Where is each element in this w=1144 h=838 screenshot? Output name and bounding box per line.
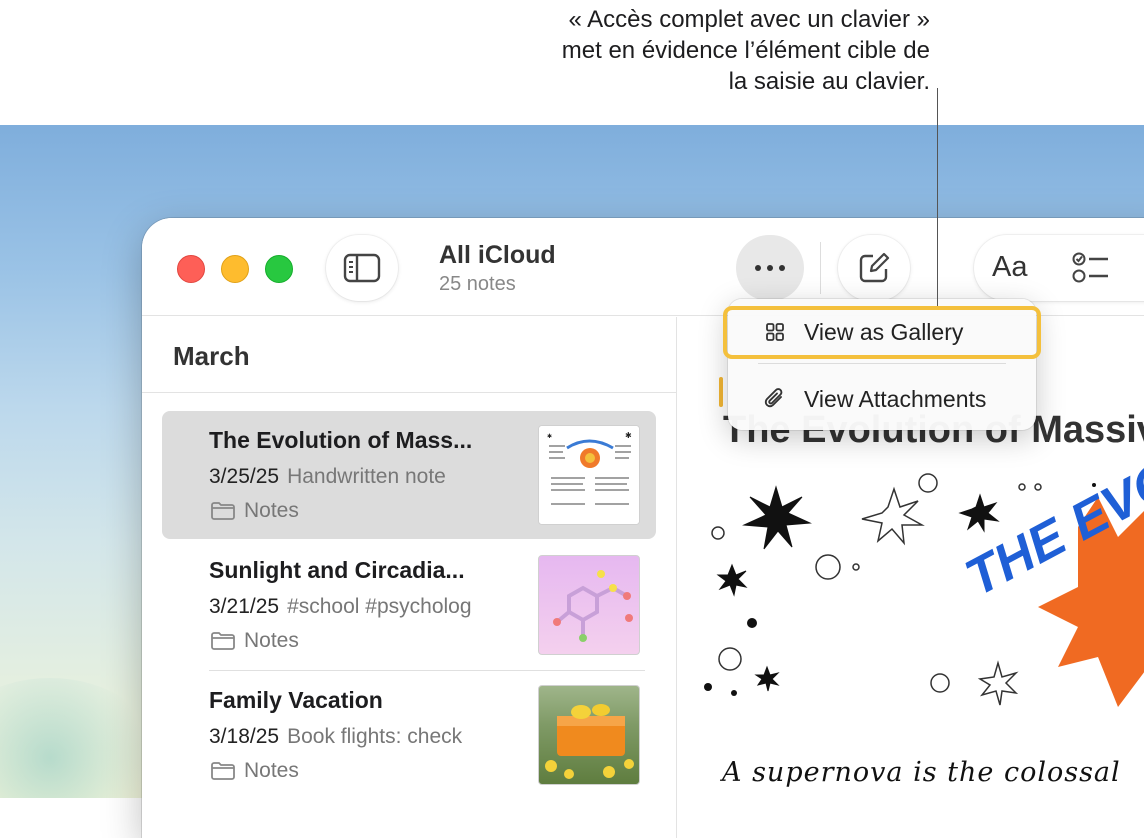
- note-folder: Notes: [210, 499, 299, 523]
- note-meta: 3/18/25 Book flights: check: [209, 725, 509, 749]
- zoom-button[interactable]: [265, 255, 293, 283]
- checklist-icon[interactable]: [1072, 251, 1110, 285]
- note-item[interactable]: Family Vacation 3/18/25 Book flights: che…: [162, 671, 656, 799]
- note-meta: 3/21/25 #school #psycholog: [209, 595, 509, 619]
- note-date: 3/18/25: [209, 725, 279, 748]
- note-thumbnail-molecule: [538, 555, 640, 655]
- note-date: 3/25/25: [209, 465, 279, 488]
- folder-label: Notes: [244, 759, 299, 783]
- note-title: Sunlight and Circadia...: [209, 557, 465, 584]
- folder-label: Notes: [244, 499, 299, 523]
- callout-pointer-line: [937, 88, 938, 306]
- close-button[interactable]: [177, 255, 205, 283]
- sidebar-icon: [343, 253, 381, 283]
- minimize-button[interactable]: [221, 255, 249, 283]
- menu-item-view-attachments[interactable]: View Attachments: [736, 376, 1028, 422]
- folder-icon: [210, 761, 236, 781]
- handwritten-drawing: THE EVO: [678, 467, 1144, 767]
- note-thumbnail-handwritten: ✱ ✱: [538, 425, 640, 525]
- text-cursor-indicator: [719, 377, 723, 407]
- note-meta: 3/25/25 Handwritten note: [209, 465, 509, 489]
- note-preview: Book flights: check: [287, 725, 462, 748]
- note-date: 3/21/25: [209, 595, 279, 618]
- note-item[interactable]: Sunlight and Circadia... 3/21/25 #school …: [162, 541, 656, 669]
- note-folder: Notes: [210, 759, 299, 783]
- ellipsis-icon: [753, 263, 787, 273]
- folder-icon: [210, 631, 236, 651]
- format-text-button[interactable]: Aa: [992, 251, 1027, 284]
- notes-list: March The Evolution of Mass... 3/25/25 Ha…: [142, 317, 677, 838]
- menu-divider: [758, 363, 1006, 364]
- window-title: All iCloud: [439, 241, 556, 270]
- note-folder: Notes: [210, 629, 299, 653]
- svg-text:✱: ✱: [625, 431, 632, 440]
- svg-text:✱: ✱: [547, 433, 552, 440]
- keyboard-focus-ring: [723, 306, 1041, 359]
- folder-icon: [210, 501, 236, 521]
- toolbar-divider: [820, 242, 821, 294]
- handwritten-text: A supernova is the colossal: [722, 757, 1121, 788]
- format-controls: Aa: [974, 235, 1144, 301]
- callout-text: « Accès complet avec un clavier » met en…: [410, 4, 930, 97]
- note-preview: #school #psycholog: [287, 595, 471, 618]
- compose-icon: [857, 251, 891, 285]
- section-divider: [142, 392, 676, 393]
- note-title: The Evolution of Mass...: [209, 427, 472, 454]
- folder-label: Notes: [244, 629, 299, 653]
- new-note-button[interactable]: [838, 235, 910, 301]
- more-options-button[interactable]: [736, 235, 804, 301]
- callout-line-2: met en évidence l’élément cible de: [410, 35, 930, 66]
- callout-line-1: « Accès complet avec un clavier »: [410, 4, 930, 35]
- callout-line-3: la saisie au clavier.: [410, 66, 930, 97]
- toggle-sidebar-button[interactable]: [326, 235, 398, 301]
- note-preview: Handwritten note: [287, 465, 446, 488]
- menu-item-label: View Attachments: [804, 386, 986, 413]
- note-count: 25 notes: [439, 273, 516, 296]
- note-title: Family Vacation: [209, 687, 383, 714]
- note-thumbnail-photo: [538, 685, 640, 785]
- note-item-selected[interactable]: The Evolution of Mass... 3/25/25 Handwrit…: [162, 411, 656, 539]
- paperclip-icon: [764, 387, 786, 411]
- section-header-march: March: [173, 341, 250, 372]
